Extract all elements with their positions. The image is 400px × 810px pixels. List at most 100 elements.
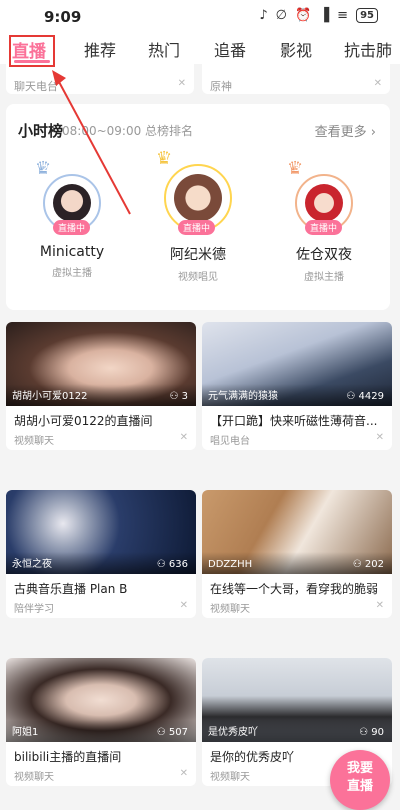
viewer-count: ⚇ 636 (157, 559, 188, 570)
room-category: 视频聊天 (14, 772, 54, 783)
alarm-icon: ⏰ (294, 8, 312, 23)
close-icon[interactable]: ✕ (376, 432, 384, 443)
viewer-count: ⚇ 202 (353, 559, 384, 570)
streamer-category: 视频唱见 (178, 272, 218, 283)
live-badge: 直播中 (178, 220, 216, 235)
rank-number: 3 (294, 164, 301, 174)
close-icon[interactable]: ✕ (178, 78, 186, 89)
wifi-icon: ≡ (337, 8, 349, 23)
tab-covid[interactable]: 抗击肺 (344, 37, 392, 61)
close-icon[interactable]: ✕ (180, 768, 188, 779)
viewer-count-value: 90 (371, 727, 384, 738)
status-icons: ♪ ∅ ⏰ ▐ ≡ 95 (259, 8, 378, 23)
avatar: ♛ 2 直播中 (35, 158, 101, 235)
viewers-icon: ⚇ (156, 559, 166, 570)
rank-time-range: 08:00~09:00 总榜排名 (62, 124, 194, 138)
room-card-peek[interactable]: 聊天电台 ✕ (6, 64, 194, 94)
streamer-name: 佐仓双夜 (296, 247, 352, 263)
room-card[interactable]: 阿姐1 ⚇ 507 bilibili主播的直播间 视频聊天 ✕ (6, 658, 196, 786)
room-title: bilibili主播的直播间 (14, 750, 122, 764)
avatar-image (174, 174, 222, 222)
go-live-button[interactable]: 我要 直播 (330, 750, 390, 810)
room-title: 古典音乐直播 Plan B (14, 582, 128, 596)
rank-number: 2 (42, 164, 49, 174)
close-icon[interactable]: ✕ (180, 600, 188, 611)
rank-title: 小时榜 (18, 122, 64, 140)
room-thumbnail: 阿姐1 ⚇ 507 (6, 658, 196, 742)
rank-item-2[interactable]: ♛ 2 直播中 Minicatty 虚拟主播 (12, 158, 132, 279)
viewer-count: ⚇ 507 (157, 727, 188, 738)
rank-item-1[interactable]: ♛ 1 直播中 阿纪米德 视频唱见 (138, 148, 258, 283)
viewer-count-value: 4429 (358, 391, 384, 402)
room-title: 在线等一个大哥，看穿我的脆弱 (210, 582, 379, 596)
streamer-name: 是优秀皮吖 (208, 727, 258, 738)
avatar-image (53, 184, 91, 222)
viewer-count-value: 636 (168, 559, 188, 570)
tab-movies[interactable]: 影视 (280, 37, 312, 61)
room-thumbnail: 元气满满的猿猿 ⚇ 4429 (202, 322, 392, 406)
room-title: 【开口跪】快来听磁性薄荷音... (210, 414, 378, 428)
viewer-count-value: 507 (168, 727, 188, 738)
room-thumbnail: 是优秀皮吖 ⚇ 90 (202, 658, 392, 742)
streamer-name: 永恒之夜 (12, 559, 52, 570)
streamer-name: 阿纪米德 (170, 247, 226, 263)
viewers-icon: ⚇ (359, 727, 369, 738)
see-more-label: 查看更多 (314, 125, 367, 140)
category-tabs: 直播 推荐 热门 追番 影视 抗击肺 (0, 34, 400, 64)
streamer-name: 阿姐1 (12, 727, 39, 738)
live-badge: 直播中 (53, 220, 91, 235)
streamer-name: 胡胡小可爱0122 (12, 391, 88, 402)
streamer-category: 虚拟主播 (52, 268, 92, 279)
viewer-count: ⚇ 3 (169, 391, 188, 402)
live-badge: 直播中 (305, 220, 343, 235)
rank-number: 1 (163, 154, 170, 164)
room-card[interactable]: 元气满满的猿猿 ⚇ 4429 【开口跪】快来听磁性薄荷音... 唱见电台 ✕ (202, 322, 392, 450)
tab-hot[interactable]: 热门 (148, 37, 180, 61)
battery-indicator: 95 (356, 8, 378, 23)
room-category: 视频聊天 (210, 604, 250, 615)
headphone-icon: ♪ (259, 8, 268, 23)
viewers-icon: ⚇ (156, 727, 166, 738)
mute-icon: ∅ (275, 8, 287, 23)
room-category: 原神 (210, 80, 232, 93)
room-category: 聊天电台 (14, 80, 58, 93)
close-icon[interactable]: ✕ (374, 78, 382, 89)
close-icon[interactable]: ✕ (376, 600, 384, 611)
status-bar: 9:09 ♪ ∅ ⏰ ▐ ≡ 95 (0, 0, 400, 34)
room-category: 唱见电台 (210, 436, 250, 447)
viewers-icon: ⚇ (169, 391, 179, 402)
tab-anime[interactable]: 追番 (214, 37, 246, 61)
streamer-name: DDZZHH (208, 559, 253, 570)
go-live-label-1: 我要 (346, 761, 373, 776)
go-live-label-2: 直播 (346, 779, 373, 794)
viewers-icon: ⚇ (346, 391, 356, 402)
room-thumbnail: DDZZHH ⚇ 202 (202, 490, 392, 574)
clock: 9:09 (44, 8, 82, 26)
viewer-count-value: 202 (364, 559, 384, 570)
tab-live[interactable]: 直播 (12, 37, 46, 62)
viewer-count: ⚇ 4429 (346, 391, 384, 402)
streamer-name: Minicatty (39, 244, 105, 260)
room-card[interactable]: 永恒之夜 ⚇ 636 古典音乐直播 Plan B 陪伴学习 ✕ (6, 490, 196, 618)
room-title: 胡胡小可爱0122的直播间 (14, 414, 153, 428)
avatar: ♛ 1 直播中 (156, 148, 232, 235)
room-thumbnail: 永恒之夜 ⚇ 636 (6, 490, 196, 574)
viewer-count-value: 3 (181, 391, 188, 402)
room-card[interactable]: DDZZHH ⚇ 202 在线等一个大哥，看穿我的脆弱 视频聊天 ✕ (202, 490, 392, 618)
room-category: 视频聊天 (210, 772, 250, 783)
streamer-category: 虚拟主播 (304, 272, 344, 283)
rank-item-3[interactable]: ♛ 3 直播中 佐仓双夜 虚拟主播 (264, 158, 384, 283)
avatar: ♛ 3 直播中 (287, 158, 353, 235)
viewers-icon: ⚇ (352, 559, 362, 570)
previous-row: 聊天电台 ✕ 原神 ✕ (0, 64, 400, 94)
room-thumbnail: 胡胡小可爱0122 ⚇ 3 (6, 322, 196, 406)
hourly-rank-panel: 小时榜 08:00~09:00 总榜排名 查看更多 › ♛ 2 直播中 Mini… (6, 104, 390, 310)
room-card-peek[interactable]: 原神 ✕ (202, 64, 390, 94)
see-more-link[interactable]: 查看更多 › (315, 121, 376, 140)
tab-recommend[interactable]: 推荐 (84, 37, 116, 61)
active-tab-indicator (14, 60, 50, 63)
signal-icon: ▐ (319, 8, 330, 23)
room-card[interactable]: 胡胡小可爱0122 ⚇ 3 胡胡小可爱0122的直播间 视频聊天 ✕ (6, 322, 196, 450)
streamer-name: 元气满满的猿猿 (208, 391, 278, 402)
close-icon[interactable]: ✕ (180, 432, 188, 443)
